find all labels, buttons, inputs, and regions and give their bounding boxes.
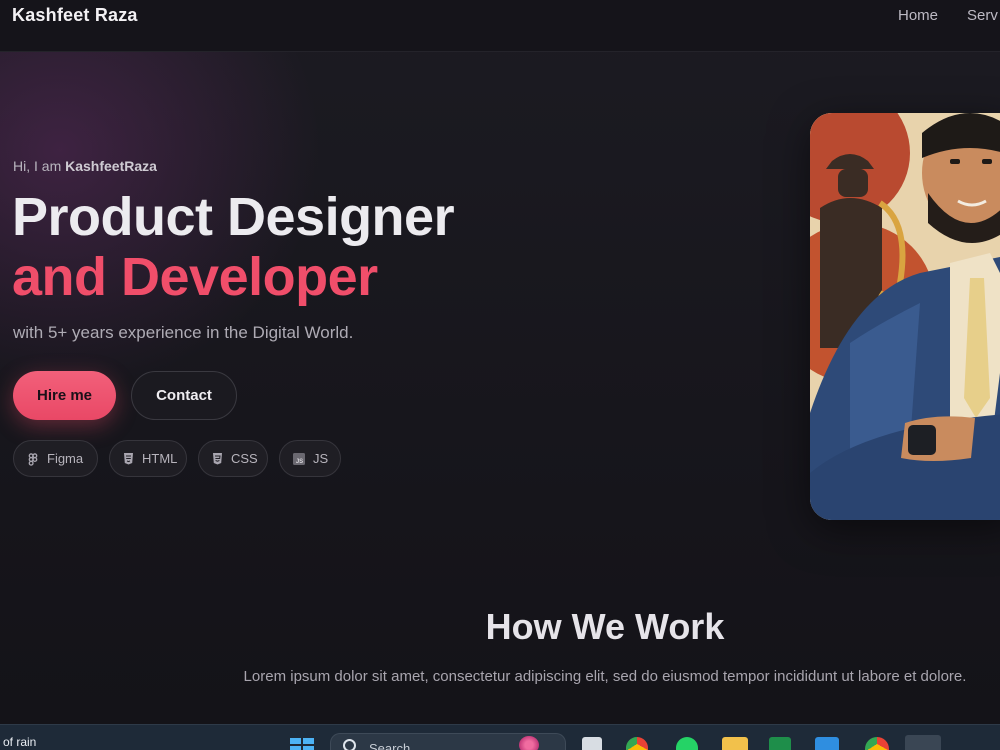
nav-link-services[interactable]: Serv [967,7,998,24]
chrome-profile-icon[interactable] [865,737,889,750]
contact-button[interactable]: Contact [131,371,237,420]
hire-me-button[interactable]: Hire me [13,371,116,420]
portrait-illustration [810,113,1000,520]
weather-widget[interactable]: of rain [3,735,36,749]
task-view-icon[interactable] [582,737,602,750]
hero-headline-line2: and Developer [12,247,378,307]
windows-taskbar: of rain Search [0,724,1000,750]
chrome-icon[interactable] [626,737,648,750]
app-icon[interactable] [905,735,941,750]
search-highlight-icon [519,736,539,750]
search-placeholder: Search [369,741,411,750]
skill-label: Figma [47,451,84,466]
hero-tagline: with 5+ years experience in the Digital … [13,323,354,342]
windows-start-icon[interactable] [290,738,314,750]
nav-link-home[interactable]: Home [898,7,938,24]
search-icon [343,739,356,750]
skill-chip-js: JS JS [279,440,341,477]
css3-icon [212,452,223,465]
skill-chip-css: CSS [198,440,268,477]
skill-label: CSS [231,451,258,466]
hero-headline-line1: Product Designer [12,187,455,247]
vscode-icon[interactable] [815,737,839,750]
skill-chip-figma: Figma [13,440,98,477]
skill-label: JS [313,451,329,466]
file-explorer-icon[interactable] [722,737,748,750]
skill-chip-html: HTML [109,440,187,477]
greeting-name: KashfeetRaza [65,158,157,174]
how-we-work-title: How We Work [485,606,725,647]
how-we-work-description: Lorem ipsum dolor sit amet, consectetur … [243,668,967,685]
html5-icon [123,452,134,465]
skill-label: HTML [142,451,178,466]
hero-greeting: Hi, I am KashfeetRaza [13,158,157,174]
sheets-icon[interactable] [769,737,791,750]
brand-logo[interactable]: Kashfeet Raza [12,5,138,26]
portrait-artwork [810,113,1000,520]
taskbar-search-box[interactable]: Search [330,733,566,750]
greeting-prefix: Hi, I am [13,158,66,174]
figma-icon [27,452,39,466]
navbar: Kashfeet Raza Home Serv [0,0,1000,52]
portfolio-page: Kashfeet Raza Home Serv Hi, I am Kashfee… [0,0,1000,724]
whatsapp-icon[interactable] [676,737,698,750]
js-icon: JS [293,452,305,465]
svg-text:JS: JS [296,459,303,465]
